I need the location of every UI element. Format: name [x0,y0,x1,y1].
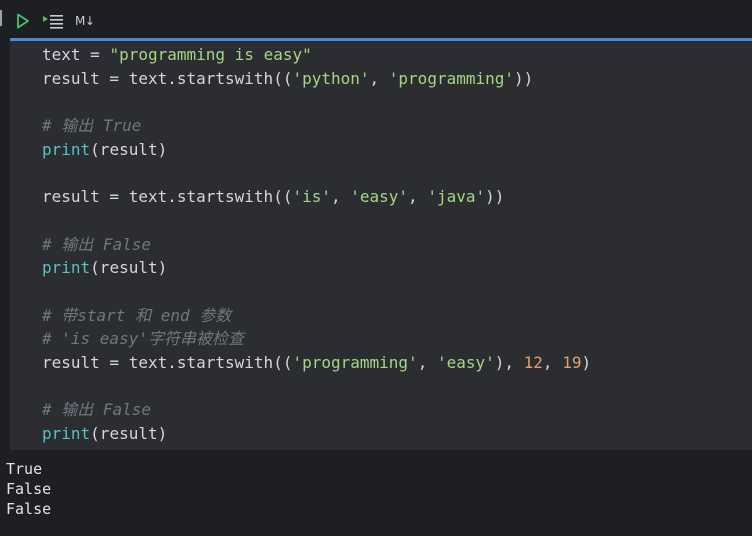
markdown-label: M↓ [75,14,95,28]
notebook-page: M↓ text = "programming is easy" result = … [0,0,752,536]
comment-token: # 输出 True [42,116,142,136]
code-token: )) [514,68,534,88]
code-token: result = text.startswith(( [42,352,293,372]
code-line: print(result) [42,422,591,446]
code-token: , [542,352,563,372]
string-token: 'java' [427,187,486,207]
code-line: text = "programming is easy" [42,43,591,67]
code-token: result = text.startswith(( [42,187,293,207]
comment-token: # 输出 False [42,400,152,420]
string-token: 'is' [292,187,331,207]
output-line: False [6,480,52,498]
code-line: # 带start 和 end 参数 [42,304,591,328]
code-token: (result) [90,424,168,443]
builtin-token: print [42,258,91,278]
output-lines: True False False [6,459,51,519]
code-token: (result) [90,258,168,278]
code-line: # 输出 False [42,233,591,257]
code-line: # 'is easy'字符串被检查 [42,327,591,351]
code-token: ), [494,352,524,372]
code-token: result = text.startswith(( [42,68,293,88]
code-token: text = [42,45,110,64]
code-token: , [408,187,428,207]
cell-toolbar: M↓ [0,0,752,40]
code-line: # 输出 False [42,398,591,422]
string-token: "programming is easy" [109,45,312,64]
output-line: False [6,500,52,518]
run-below-button[interactable] [42,12,66,30]
code-token: , [417,352,437,372]
string-token: 'programming' [292,352,418,372]
number-token: 19 [562,352,582,372]
code-line: ​ [42,280,591,304]
string-token: 'python' [292,68,370,88]
builtin-token: print [42,424,91,443]
code-editor[interactable]: text = "programming is easy" result = tex… [10,41,752,450]
convert-to-markdown-button[interactable]: M↓ [75,12,95,30]
string-token: 'programming' [388,68,515,88]
code-token: )) [485,187,505,207]
comment-token: # 输出 False [42,234,152,254]
code-lines: text = "programming is easy" result = tex… [42,43,591,446]
code-line: ​ [42,90,591,114]
code-line: ​ [42,161,591,185]
code-line: ​ [42,209,591,233]
builtin-token: print [42,139,91,159]
code-line: result = text.startswith(('programming',… [42,351,591,375]
string-token: 'easy' [350,187,409,207]
comment-token: # 带start 和 end 参数 [42,305,232,325]
code-token: , [369,68,389,88]
number-token: 12 [523,352,543,372]
code-line: print(result) [42,256,591,280]
code-line: result = text.startswith(('is', 'easy', … [42,185,591,209]
run-below-icon [43,15,63,29]
code-line: # 输出 True [42,114,591,138]
code-token: , [330,187,351,207]
run-cell-button[interactable] [16,12,32,30]
play-icon [17,13,29,29]
cell-output: True False False [0,450,752,536]
output-line: True [6,460,43,478]
code-line: print(result) [42,138,591,162]
code-line: result = text.startswith(('python', 'pro… [42,67,591,91]
cell-marker [0,10,2,26]
code-token: ) [581,352,592,372]
comment-token: # 'is easy'字符串被检查 [42,329,244,349]
code-token: (result) [90,139,168,159]
string-token: 'easy' [436,352,495,372]
code-line: ​ [42,375,591,399]
